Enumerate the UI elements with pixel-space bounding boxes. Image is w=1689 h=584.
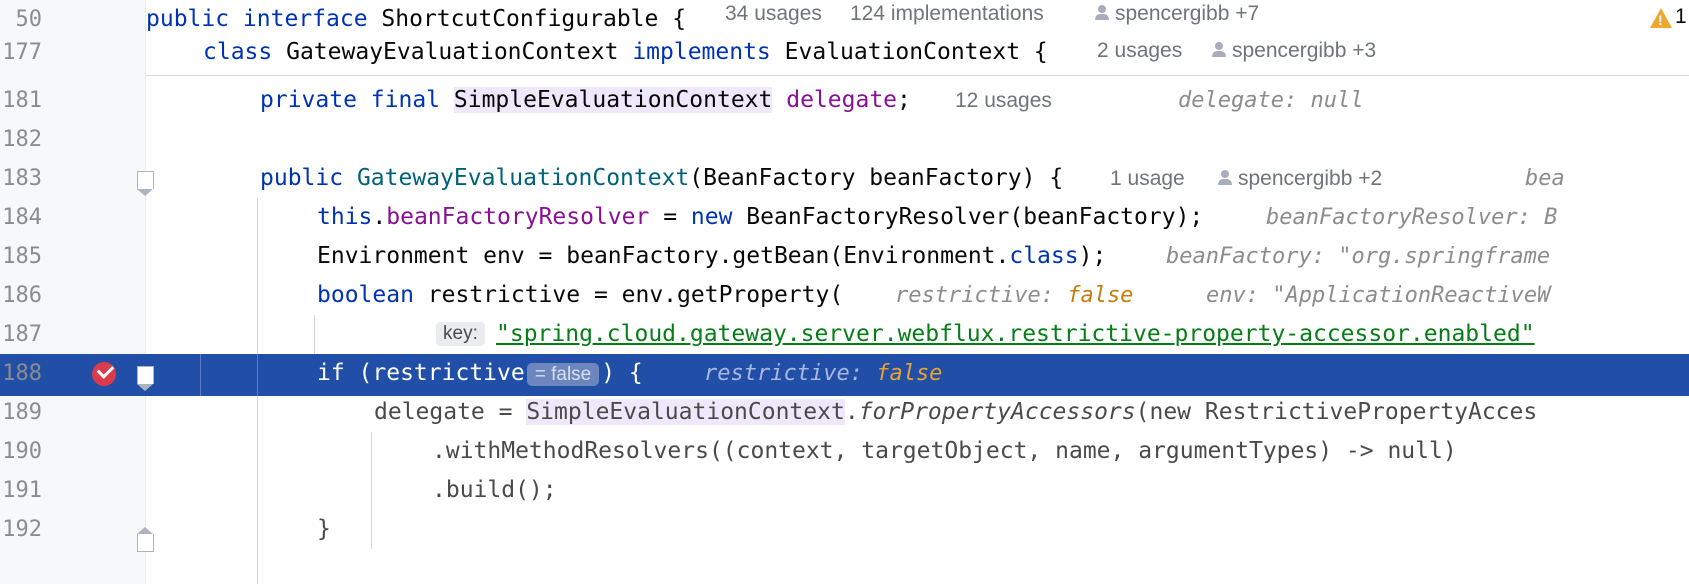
line-number: 190 xyxy=(2,439,42,464)
code-line-187[interactable]: 187 key: "spring.cloud.gateway.server.we… xyxy=(0,315,1689,357)
usages-hint[interactable]: 34 usages xyxy=(725,2,822,26)
code-line-191[interactable]: 191 .build(); xyxy=(0,471,1689,513)
code-text: class GatewayEvaluationContext implement… xyxy=(203,39,1048,65)
person-icon xyxy=(1218,170,1232,186)
parameter-name-hint: key: xyxy=(436,322,485,346)
code-line-184[interactable]: 184 this.beanFactoryResolver = new BeanF… xyxy=(0,198,1689,240)
person-icon xyxy=(1212,42,1226,58)
fold-end-icon[interactable] xyxy=(137,527,154,552)
code-line-188-current[interactable]: 188 if (restrictive = false) { restrictiv… xyxy=(0,354,1689,396)
type-reference[interactable]: SimpleEvaluationContext xyxy=(453,87,773,113)
usages-hint[interactable]: 12 usages xyxy=(955,89,1052,113)
line-number: 189 xyxy=(2,400,42,425)
inline-debug-value: delegate: null xyxy=(1178,88,1364,113)
code-text: if (restrictive = false) { xyxy=(317,360,643,386)
author-hint[interactable]: spencergibb +2 xyxy=(1218,167,1382,191)
line-number: 50 xyxy=(15,7,43,32)
code-text: delegate = SimpleEvaluationContext.forPr… xyxy=(374,399,1538,425)
code-text: Environment env = beanFactory.getBean(En… xyxy=(317,243,1107,269)
breakpoint-icon[interactable] xyxy=(92,362,116,386)
type-reference[interactable]: SimpleEvaluationContext xyxy=(526,399,845,425)
inline-debug-value: restrictive: false xyxy=(704,361,943,386)
indent-guide xyxy=(200,354,201,396)
inline-debug-value: restrictive: false xyxy=(895,283,1134,308)
line-number: 183 xyxy=(2,166,42,191)
person-icon xyxy=(1095,5,1109,21)
code-line-189[interactable]: 189 delegate = SimpleEvaluationContext.f… xyxy=(0,393,1689,435)
fold-icon[interactable] xyxy=(137,171,154,196)
code-line-181[interactable]: 181 private final SimpleEvaluationContex… xyxy=(0,81,1689,123)
code-line-192[interactable]: 192 } xyxy=(0,510,1689,552)
sticky-line-177[interactable]: 177 class GatewayEvaluationContext imple… xyxy=(0,33,1689,75)
author-hint[interactable]: spencergibb +3 xyxy=(1212,39,1376,63)
string-literal[interactable]: "spring.cloud.gateway.server.webflux.res… xyxy=(496,321,1535,347)
code-text: boolean restrictive = env.getProperty( xyxy=(317,282,844,308)
sticky-header-separator xyxy=(146,75,1689,76)
line-number: 181 xyxy=(2,88,42,113)
inline-debug-value: beanFactoryResolver: B xyxy=(1266,205,1558,230)
indent-guide xyxy=(257,354,258,396)
line-number: 191 xyxy=(2,478,42,503)
code-text: private final SimpleEvaluationContext de… xyxy=(260,87,911,113)
line-number: 182 xyxy=(2,127,42,152)
code-text: .withMethodResolvers((context, targetObj… xyxy=(432,438,1457,464)
implementations-hint[interactable]: 124 implementations xyxy=(850,2,1044,26)
code-text: } xyxy=(317,516,331,542)
code-line-185[interactable]: 185 Environment env = beanFactory.getBea… xyxy=(0,237,1689,279)
author-hint[interactable]: spencergibb +7 xyxy=(1095,2,1259,26)
usages-hint[interactable]: 1 usage xyxy=(1110,167,1185,191)
line-number: 192 xyxy=(2,517,42,542)
line-number: 185 xyxy=(2,244,42,269)
inline-debug-value: beanFactory: "org.springframe xyxy=(1166,244,1551,269)
code-text: "spring.cloud.gateway.server.webflux.res… xyxy=(496,321,1535,347)
interface-name[interactable]: ShortcutConfigurable xyxy=(381,6,658,32)
warning-icon[interactable] xyxy=(1650,8,1672,28)
field-name[interactable]: beanFactoryResolver xyxy=(386,204,649,230)
interface-name[interactable]: EvaluationContext xyxy=(785,39,1020,65)
line-number: 184 xyxy=(2,205,42,230)
fold-icon[interactable] xyxy=(137,366,154,391)
line-number: 187 xyxy=(2,322,42,347)
code-line-183[interactable]: 183 public GatewayEvaluationContext(Bean… xyxy=(0,159,1689,201)
warning-count[interactable]: 1 xyxy=(1675,5,1687,29)
code-text: public interface ShortcutConfigurable { xyxy=(146,6,687,32)
code-text: this.beanFactoryResolver = new BeanFacto… xyxy=(317,204,1204,230)
inline-debug-value: bea xyxy=(1525,166,1565,191)
usages-hint[interactable]: 2 usages xyxy=(1097,39,1182,63)
method-call[interactable]: forPropertyAccessors xyxy=(859,399,1136,425)
field-name[interactable]: delegate xyxy=(786,87,897,113)
line-number: 177 xyxy=(2,40,42,65)
line-number: 186 xyxy=(2,283,42,308)
line-number: 188 xyxy=(2,361,42,386)
constructor-name[interactable]: GatewayEvaluationContext xyxy=(357,165,689,191)
code-line-190[interactable]: 190 .withMethodResolvers((context, targe… xyxy=(0,432,1689,474)
class-name[interactable]: GatewayEvaluationContext xyxy=(286,39,618,65)
code-line-182[interactable]: 182 xyxy=(0,120,1689,162)
code-line-186[interactable]: 186 boolean restrictive = env.getPropert… xyxy=(0,276,1689,318)
inline-debug-value: env: "ApplicationReactiveW xyxy=(1206,283,1551,308)
code-text: public GatewayEvaluationContext(BeanFact… xyxy=(260,165,1064,191)
inline-value-chip: = false xyxy=(526,363,600,386)
code-text: .build(); xyxy=(432,477,557,503)
